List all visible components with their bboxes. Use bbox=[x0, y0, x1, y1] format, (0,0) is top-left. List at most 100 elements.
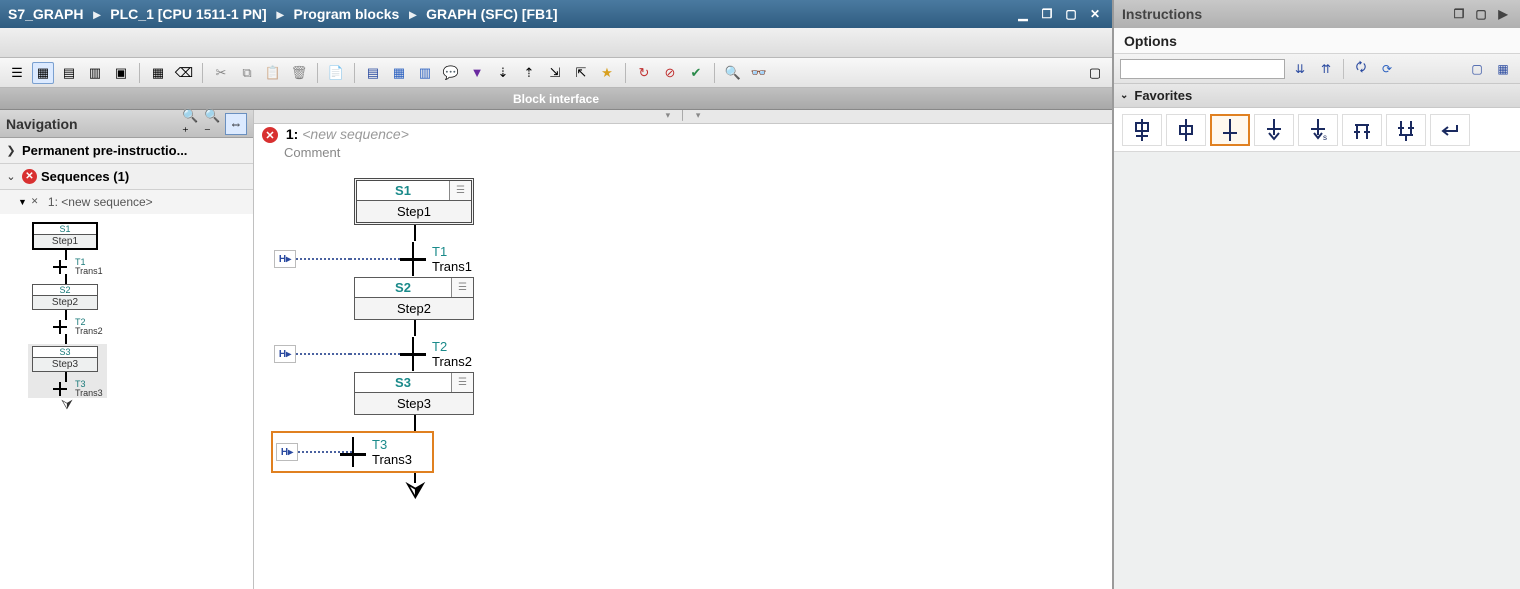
selected-transition[interactable]: H▸ T3Trans3 bbox=[271, 431, 434, 473]
mini-transition[interactable]: T3Trans3 bbox=[59, 382, 103, 396]
close-button[interactable]: ✕ bbox=[1086, 6, 1104, 22]
nav-pre-instructions-row[interactable]: ❯ Permanent pre-instructio... bbox=[0, 138, 253, 164]
restore-button[interactable]: ❐ bbox=[1038, 6, 1056, 22]
favorites-header[interactable]: ⌄ Favorites bbox=[1114, 84, 1520, 108]
tool-btn-20[interactable]: ⇲ bbox=[544, 62, 566, 84]
tool-btn-25[interactable]: ✔ bbox=[685, 62, 707, 84]
fav-jump-icon[interactable]: s bbox=[1298, 114, 1338, 146]
instructions-titlebar: Instructions ❐ ▢ ▶ bbox=[1114, 0, 1520, 28]
tool-btn-26[interactable]: 🔍 bbox=[722, 62, 744, 84]
tab-strip[interactable]: ▾│▾ bbox=[254, 110, 1112, 124]
sequence-name-placeholder[interactable]: <new sequence> bbox=[302, 126, 409, 142]
nav-row-label: Sequences (1) bbox=[41, 169, 249, 184]
block-interface-bar[interactable]: Block interface bbox=[0, 88, 1112, 110]
tool-btn-12[interactable]: 📄 bbox=[325, 62, 347, 84]
mini-step[interactable]: S1 Step1 bbox=[32, 222, 98, 250]
step-block[interactable]: S1☰ Step1 bbox=[354, 178, 474, 225]
instructions-pane: Instructions ❐ ▢ ▶ Options ⇊ ⇈ 🗘 ⟳ ▢ ▦ ⌄… bbox=[1114, 0, 1520, 589]
mini-transition[interactable]: T1Trans1 bbox=[59, 260, 253, 274]
zoom-in-button[interactable]: 🔍⁺ bbox=[181, 113, 203, 135]
sync-button[interactable]: ⟳ bbox=[1376, 58, 1398, 80]
step-block[interactable]: S2☰ Step2 bbox=[354, 277, 474, 320]
sequence-header[interactable]: ✕ 1: <new sequence> bbox=[254, 124, 1112, 145]
tool-btn-23[interactable]: ↻ bbox=[633, 62, 655, 84]
tool-btn-21[interactable]: ⇱ bbox=[570, 62, 592, 84]
fav-step-transition-icon[interactable] bbox=[1122, 114, 1162, 146]
fit-button[interactable]: ⇔ bbox=[225, 113, 247, 135]
tool-btn-14[interactable]: ▦ bbox=[388, 62, 410, 84]
fav-step-icon[interactable] bbox=[1166, 114, 1206, 146]
tool-btn-2[interactable]: ▦ bbox=[32, 62, 54, 84]
hb-icon[interactable]: H▸ bbox=[276, 443, 298, 461]
ribbon-strip bbox=[0, 28, 1112, 58]
step-actions-icon[interactable]: ☰ bbox=[451, 278, 473, 297]
tool-btn-del[interactable]: 🗑 bbox=[288, 62, 310, 84]
maximize-button[interactable]: ▢ bbox=[1062, 6, 1080, 22]
tool-btn-18[interactable]: ⇣ bbox=[492, 62, 514, 84]
breadcrumb: S7_GRAPH ▸ PLC_1 [CPU 1511-1 PN] ▸ Progr… bbox=[8, 6, 1014, 23]
tool-btn-copy[interactable]: ⧉ bbox=[236, 62, 258, 84]
sequence-body[interactable]: S1☰ Step1 H▸ T1Trans1 S2☰ Step2 bbox=[254, 178, 1112, 499]
expand-icon[interactable]: ❯ bbox=[4, 144, 18, 157]
tool-btn-6[interactable]: ▦ bbox=[147, 62, 169, 84]
transition-block[interactable]: H▸ T1Trans1 bbox=[274, 241, 1112, 277]
pane-pin-button[interactable]: ▢ bbox=[1472, 6, 1490, 22]
nav-overview-canvas[interactable]: S1 Step1 T1Trans1 S2 Step2 T2Trans2 bbox=[0, 214, 253, 589]
refresh-button[interactable]: 🗘 bbox=[1350, 58, 1372, 80]
collapse-icon[interactable]: ⌄ bbox=[1120, 90, 1128, 101]
mini-step[interactable]: S2 Step2 bbox=[32, 284, 98, 310]
toolbar-sep bbox=[625, 63, 626, 83]
fav-newline-icon[interactable] bbox=[1430, 114, 1470, 146]
fav-alt-branch-open-icon[interactable] bbox=[1342, 114, 1382, 146]
mini-transition[interactable]: T2Trans2 bbox=[59, 320, 253, 334]
tool-btn-15[interactable]: ▥ bbox=[414, 62, 436, 84]
step-actions-icon[interactable]: ☰ bbox=[449, 181, 471, 200]
titlebar: S7_GRAPH ▸ PLC_1 [CPU 1511-1 PN] ▸ Progr… bbox=[0, 0, 1112, 28]
triangle-icon: ▼ bbox=[18, 197, 27, 207]
search-input[interactable] bbox=[1120, 59, 1285, 79]
fav-alt-branch-close-icon[interactable] bbox=[1386, 114, 1426, 146]
breadcrumb-sep: ▸ bbox=[93, 6, 100, 22]
toolbar-sep bbox=[354, 63, 355, 83]
tool-btn-16[interactable]: 💬 bbox=[440, 62, 462, 84]
view-button-2[interactable]: ▦ bbox=[1492, 58, 1514, 80]
tool-btn-19[interactable]: ⇡ bbox=[518, 62, 540, 84]
sequence-comment[interactable]: Comment bbox=[254, 145, 1112, 178]
error-icon: ✕ bbox=[262, 127, 278, 143]
tool-btn-3[interactable]: ▤ bbox=[58, 62, 80, 84]
tool-btn-22[interactable]: ★ bbox=[596, 62, 618, 84]
collapse-icon[interactable]: ⌄ bbox=[4, 170, 18, 183]
error-icon: ✕ bbox=[22, 169, 37, 184]
pane-collapse-button[interactable]: ▶ bbox=[1494, 6, 1512, 22]
tool-btn-1[interactable]: ☰ bbox=[6, 62, 28, 84]
tool-btn-13[interactable]: ▤ bbox=[362, 62, 384, 84]
sequence-canvas: ▾│▾ ✕ 1: <new sequence> Comment S1☰ Step… bbox=[254, 110, 1112, 589]
sort-asc-button[interactable]: ⇊ bbox=[1289, 58, 1311, 80]
nav-sequences-row[interactable]: ⌄ ✕ Sequences (1) bbox=[0, 164, 253, 190]
hb-icon[interactable]: H▸ bbox=[274, 250, 296, 268]
tool-btn-view[interactable]: ▢ bbox=[1084, 62, 1106, 84]
mini-step[interactable]: S3 Step3 bbox=[32, 346, 98, 372]
tool-btn-paste[interactable]: 📋 bbox=[262, 62, 284, 84]
zoom-out-button[interactable]: 🔍⁻ bbox=[203, 113, 225, 135]
breadcrumb-part: GRAPH (SFC) [FB1] bbox=[426, 6, 557, 22]
transition-block[interactable]: H▸ T2Trans2 bbox=[274, 336, 1112, 372]
sort-desc-button[interactable]: ⇈ bbox=[1315, 58, 1337, 80]
tool-btn-4[interactable]: ▥ bbox=[84, 62, 106, 84]
pane-restore-button[interactable]: ❐ bbox=[1450, 6, 1468, 22]
fav-sequence-end-icon[interactable] bbox=[1254, 114, 1294, 146]
tool-btn-7[interactable]: ⌫ bbox=[173, 62, 195, 84]
tool-btn-24[interactable]: ⊘ bbox=[659, 62, 681, 84]
view-button-1[interactable]: ▢ bbox=[1466, 58, 1488, 80]
minimize-button[interactable]: ▁ bbox=[1014, 6, 1032, 22]
options-label[interactable]: Options bbox=[1114, 28, 1520, 54]
fav-transition-icon[interactable] bbox=[1210, 114, 1250, 146]
tool-btn-27[interactable]: 👓 bbox=[748, 62, 770, 84]
hb-icon[interactable]: H▸ bbox=[274, 345, 296, 363]
step-block[interactable]: S3☰ Step3 bbox=[354, 372, 474, 415]
nav-sequence-item[interactable]: ▼ ✕ 1: <new sequence> bbox=[0, 190, 253, 214]
tool-btn-cut[interactable]: ✂ bbox=[210, 62, 232, 84]
tool-btn-17[interactable]: ▼ bbox=[466, 62, 488, 84]
step-actions-icon[interactable]: ☰ bbox=[451, 373, 473, 392]
tool-btn-5[interactable]: ▣ bbox=[110, 62, 132, 84]
